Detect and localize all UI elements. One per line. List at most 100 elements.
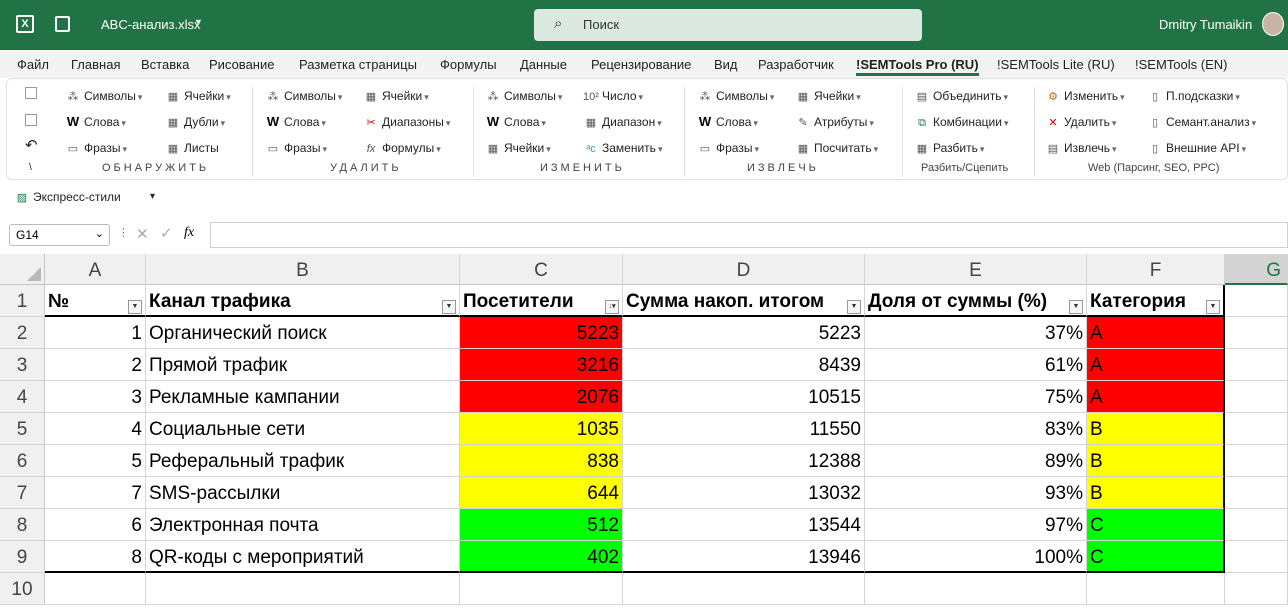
table-cell[interactable] bbox=[1225, 317, 1288, 349]
find-phrases-button[interactable]: ▭ Фразы ▾ bbox=[65, 139, 127, 157]
save-icon[interactable] bbox=[55, 16, 70, 32]
column-title[interactable]: № ▼ bbox=[45, 285, 146, 317]
channel-cell[interactable]: Социальные сети bbox=[146, 413, 460, 445]
visitors-cell[interactable]: 3216 bbox=[460, 349, 623, 381]
web-delete-button[interactable]: ✕ Удалить ▾ bbox=[1045, 113, 1116, 131]
table-cell[interactable] bbox=[1087, 573, 1225, 605]
change-cells-button[interactable]: ▦ Ячейки ▾ bbox=[485, 139, 551, 157]
row-header[interactable]: 8 bbox=[0, 509, 45, 541]
more-options-icon[interactable]: ⋮ bbox=[118, 226, 129, 239]
share-cell[interactable]: 97% bbox=[865, 509, 1087, 541]
row-number-cell[interactable]: 5 bbox=[45, 445, 146, 477]
formula-input[interactable] bbox=[210, 222, 1288, 248]
extract-cells-button[interactable]: ▦ Ячейки ▾ bbox=[795, 87, 861, 105]
cumulative-sum-cell[interactable]: 13032 bbox=[623, 477, 865, 509]
select-all-corner[interactable] bbox=[0, 254, 45, 285]
visitors-cell[interactable]: 5223 bbox=[460, 317, 623, 349]
column-header-b[interactable]: B bbox=[146, 254, 460, 285]
remove-cells-button[interactable]: ▦ Ячейки ▾ bbox=[363, 87, 429, 105]
cumulative-sum-cell[interactable]: 12388 bbox=[623, 445, 865, 477]
category-cell[interactable]: A bbox=[1087, 381, 1225, 413]
category-cell[interactable]: A bbox=[1087, 349, 1225, 381]
change-range-button[interactable]: ▦ Диапазон ▾ bbox=[583, 113, 662, 131]
checkbox-icon[interactable] bbox=[25, 87, 37, 99]
tab-semtools-lite[interactable]: !SEMTools Lite (RU) bbox=[997, 57, 1115, 72]
share-cell[interactable]: 75% bbox=[865, 381, 1087, 413]
tab-semtools-en[interactable]: !SEMTools (EN) bbox=[1135, 57, 1227, 72]
column-header-d[interactable]: D bbox=[623, 254, 865, 285]
filter-dropdown-icon[interactable]: ▼ bbox=[1206, 300, 1220, 314]
column-title[interactable]: Категория ▼ bbox=[1087, 285, 1225, 317]
channel-cell[interactable]: Прямой трафик bbox=[146, 349, 460, 381]
table-cell[interactable] bbox=[1225, 349, 1288, 381]
column-header-e[interactable]: E bbox=[865, 254, 1087, 285]
visitors-cell[interactable]: 402 bbox=[460, 541, 623, 573]
cumulative-sum-cell[interactable]: 10515 bbox=[623, 381, 865, 413]
row-header[interactable]: 5 bbox=[0, 413, 45, 445]
sort-descending-filter-icon[interactable]: ↓▾ bbox=[605, 300, 619, 314]
find-sheets-button[interactable]: ▦ Листы bbox=[165, 139, 219, 157]
split-button[interactable]: ▦ Разбить ▾ bbox=[914, 139, 985, 157]
avatar[interactable] bbox=[1262, 12, 1284, 36]
replace-button[interactable]: ᵃc Заменить ▾ bbox=[583, 139, 662, 157]
find-words-button[interactable]: W Слова ▾ bbox=[65, 113, 126, 131]
remove-ranges-button[interactable]: ✂ Диапазоны ▾ bbox=[363, 113, 450, 131]
table-cell[interactable] bbox=[1225, 445, 1288, 477]
visitors-cell[interactable]: 838 bbox=[460, 445, 623, 477]
find-cells-button[interactable]: ▦ Ячейки ▾ bbox=[165, 87, 231, 105]
channel-cell[interactable]: Реферальный трафик bbox=[146, 445, 460, 477]
extract-symbols-button[interactable]: ⁂ Символы ▾ bbox=[697, 87, 775, 105]
web-change-button[interactable]: ⚙ Изменить ▾ bbox=[1045, 87, 1125, 105]
file-name[interactable]: ABC-анализ.xlsx bbox=[101, 17, 201, 32]
semantic-analysis-button[interactable]: ▯ Семант.анализ ▾ bbox=[1147, 113, 1256, 131]
column-header-g[interactable]: G bbox=[1225, 254, 1288, 285]
column-title[interactable]: Сумма накоп. итогом ▼ bbox=[623, 285, 865, 317]
extract-phrases-button[interactable]: ▭ Фразы ▾ bbox=[697, 139, 759, 157]
count-button[interactable]: ▦ Посчитать ▾ bbox=[795, 139, 878, 157]
find-symbols-button[interactable]: ⁂ Символы ▾ bbox=[65, 87, 143, 105]
category-cell[interactable]: C bbox=[1087, 541, 1225, 573]
remove-words-button[interactable]: W Слова ▾ bbox=[265, 113, 326, 131]
external-api-button[interactable]: ▯ Внешние API ▾ bbox=[1147, 139, 1246, 157]
filter-dropdown-icon[interactable]: ▼ bbox=[1069, 300, 1083, 314]
merge-button[interactable]: ▤ Объединить ▾ bbox=[914, 87, 1008, 105]
visitors-cell[interactable]: 1035 bbox=[460, 413, 623, 445]
column-header-f[interactable]: F bbox=[1087, 254, 1225, 285]
category-cell[interactable]: B bbox=[1087, 477, 1225, 509]
column-title[interactable]: Доля от суммы (%) ▼ bbox=[865, 285, 1087, 317]
table-cell[interactable] bbox=[1225, 285, 1288, 317]
tab-insert[interactable]: Вставка bbox=[141, 57, 189, 72]
row-header[interactable]: 10 bbox=[0, 573, 45, 605]
row-number-cell[interactable]: 7 bbox=[45, 477, 146, 509]
change-symbols-button[interactable]: ⁂ Символы ▾ bbox=[485, 87, 563, 105]
row-number-cell[interactable]: 6 bbox=[45, 509, 146, 541]
search-box[interactable]: ⌕ Поиск bbox=[534, 9, 922, 41]
column-title[interactable]: Канал трафика ▼ bbox=[146, 285, 460, 317]
quick-styles-button[interactable]: ▨ Экспресс-стили bbox=[14, 188, 121, 206]
channel-cell[interactable]: Электронная почта bbox=[146, 509, 460, 541]
share-cell[interactable]: 83% bbox=[865, 413, 1087, 445]
undo-icon[interactable]: ↶ bbox=[25, 137, 38, 155]
category-cell[interactable]: C bbox=[1087, 509, 1225, 541]
extract-words-button[interactable]: W Слова ▾ bbox=[697, 113, 758, 131]
find-duplicates-button[interactable]: ▦ Дубли ▾ bbox=[165, 113, 225, 131]
tab-page-layout[interactable]: Разметка страницы bbox=[299, 57, 417, 72]
share-cell[interactable]: 37% bbox=[865, 317, 1087, 349]
remove-symbols-button[interactable]: ⁂ Символы ▾ bbox=[265, 87, 343, 105]
share-cell[interactable]: 100% bbox=[865, 541, 1087, 573]
row-number-cell[interactable]: 8 bbox=[45, 541, 146, 573]
cumulative-sum-cell[interactable]: 13544 bbox=[623, 509, 865, 541]
cancel-icon[interactable]: ✕ bbox=[136, 225, 149, 243]
chevron-down-icon[interactable]: ▼ bbox=[194, 17, 203, 27]
filter-dropdown-icon[interactable]: ▼ bbox=[128, 300, 142, 314]
change-words-button[interactable]: W Слова ▾ bbox=[485, 113, 546, 131]
table-cell[interactable] bbox=[1225, 541, 1288, 573]
table-cell[interactable] bbox=[146, 573, 460, 605]
share-cell[interactable]: 89% bbox=[865, 445, 1087, 477]
tab-home[interactable]: Главная bbox=[71, 57, 120, 72]
channel-cell[interactable]: Рекламные кампании bbox=[146, 381, 460, 413]
tab-data[interactable]: Данные bbox=[520, 57, 567, 72]
confirm-icon[interactable]: ✓ bbox=[160, 224, 173, 242]
visitors-cell[interactable]: 644 bbox=[460, 477, 623, 509]
category-cell[interactable]: B bbox=[1087, 413, 1225, 445]
